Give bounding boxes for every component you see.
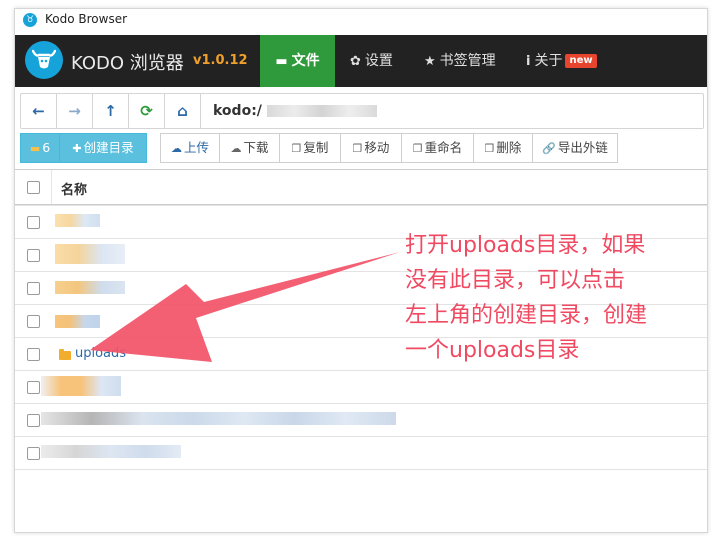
annotation-line: 打开uploads目录，如果 bbox=[405, 233, 646, 258]
annotation-text: 打开uploads目录，如果 没有此目录，可以点击 左上角的创建目录，创建 一个… bbox=[405, 228, 705, 368]
annotation-line: 没有此目录，可以点击 bbox=[405, 268, 626, 293]
annotation-line: 一个uploads目录 bbox=[405, 338, 580, 363]
annotation-line: 左上角的创建目录，创建 bbox=[405, 303, 648, 328]
